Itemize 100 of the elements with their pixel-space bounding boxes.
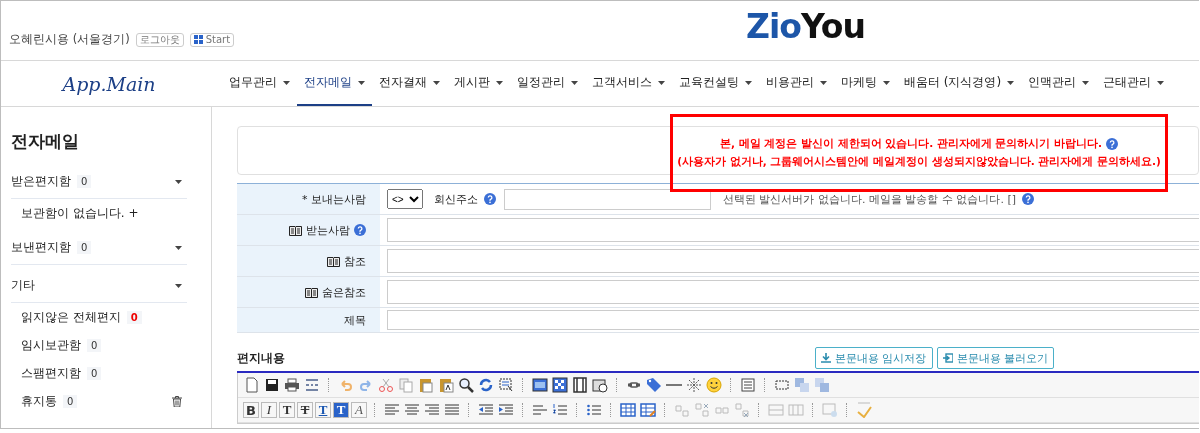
editor-title: 편지내용 <box>237 350 286 366</box>
replace-icon[interactable] <box>478 377 494 393</box>
checkered-icon[interactable] <box>552 377 568 393</box>
import-icon <box>942 353 953 363</box>
user-name: 오혜린시용 (서울경기) <box>9 32 130 47</box>
nav-menu-item[interactable]: 일정관리 <box>510 61 585 106</box>
clipboard-icon[interactable] <box>418 377 434 393</box>
trash-icon[interactable] <box>172 395 182 407</box>
field-label: 회신주소 <box>434 191 478 207</box>
dropdown-caret-icon <box>496 80 503 85</box>
address-field[interactable] <box>387 280 1199 304</box>
address-book-icon <box>289 224 302 236</box>
nav-menu-item[interactable]: 게시판 <box>447 61 510 106</box>
format-button[interactable]: T <box>297 402 313 418</box>
help-icon <box>354 224 366 236</box>
nav-menu-item[interactable]: 고객서비스 <box>585 61 672 106</box>
folder-item[interactable]: 읽지않은 전체편지 0 <box>11 303 187 331</box>
nav-menu-item[interactable]: 배움터 (지식경영) <box>897 61 1022 106</box>
printer-icon[interactable] <box>284 377 300 393</box>
frame-icon[interactable] <box>532 377 548 393</box>
dropdown-caret-icon <box>1157 80 1165 85</box>
cell-properties-icon[interactable] <box>822 402 838 418</box>
dropdown-caret-icon <box>745 80 752 85</box>
sender-select[interactable]: <> <box>387 189 423 209</box>
image-icon[interactable] <box>592 377 608 393</box>
folder-item[interactable]: 휴지통 0 <box>11 387 187 415</box>
align-icon[interactable] <box>404 402 420 418</box>
document-icon[interactable] <box>244 377 260 393</box>
logout-button[interactable]: 로그아웃 <box>135 32 184 47</box>
numbered-list-icon[interactable] <box>552 402 568 418</box>
smiley-icon[interactable] <box>706 377 722 393</box>
list-box-icon[interactable] <box>740 377 756 393</box>
align-icon[interactable] <box>384 402 400 418</box>
dashed-rect-icon[interactable] <box>774 377 790 393</box>
nav-menu-item[interactable]: 전자결재 <box>372 61 447 106</box>
format-button[interactable]: T <box>315 402 331 418</box>
count-badge: 0 <box>63 394 78 408</box>
nav-menu-item[interactable]: 교육컨설팅 <box>672 61 759 106</box>
download-icon <box>821 353 831 363</box>
sparkle-icon[interactable] <box>686 377 702 393</box>
app-logo[interactable]: App.Main <box>1 61 213 106</box>
tag-icon[interactable] <box>646 377 662 393</box>
editor-action-button[interactable]: 본문내용 임시저장 <box>815 347 933 369</box>
nav-menu-item[interactable]: 마케팅 <box>834 61 897 106</box>
format-button[interactable]: T <box>333 402 349 418</box>
spell-check-icon[interactable] <box>856 402 872 418</box>
undo-arrow-icon[interactable] <box>338 377 354 393</box>
folder-header[interactable]: 보낸편지함 0 <box>11 231 187 265</box>
layers-icon[interactable] <box>794 377 810 393</box>
empty-folder-note[interactable]: 보관함이 없습니다. + <box>21 204 139 222</box>
field-label: 숨은참조 <box>322 284 366 300</box>
count-badge: 0 <box>77 175 92 188</box>
windows-icon <box>193 35 203 44</box>
table-icon[interactable] <box>620 402 636 418</box>
merge-cells-icon[interactable] <box>768 402 784 418</box>
redo-arrow-icon[interactable] <box>358 377 374 393</box>
nav-menu-item[interactable]: 업무관리 <box>222 61 297 106</box>
folder-item[interactable]: 스팸편지함 0 <box>11 359 187 387</box>
nav-menu-item[interactable]: 인맥관리 <box>1021 61 1097 106</box>
format-button[interactable]: T <box>279 402 295 418</box>
address-field[interactable] <box>387 218 1199 242</box>
dropdown-caret-icon <box>658 80 665 85</box>
folder-header[interactable]: 기타 <box>11 269 187 303</box>
reply-address-field[interactable] <box>504 188 711 210</box>
start-button[interactable]: Start <box>189 32 235 47</box>
warning-text: 본, 메일 계정은 발신이 제한되어 있습니다. 관리자에게 문의하시기 바랍니다. <box>719 137 1103 151</box>
select-all-icon[interactable] <box>498 377 514 393</box>
folder-item[interactable]: 임시보관함 0 <box>11 331 187 359</box>
server-warning: 선택된 발신서버가 없습니다. 메일을 발송할 수 없습니다. [] <box>723 191 1017 207</box>
bullet-list-icon[interactable] <box>586 402 602 418</box>
table-cell-icon[interactable] <box>694 402 710 418</box>
scissors-icon[interactable] <box>378 377 394 393</box>
dropdown-caret-icon <box>1082 80 1090 85</box>
table-cell-icon[interactable] <box>674 402 690 418</box>
outdent-icon[interactable] <box>478 402 494 418</box>
split-cells-icon[interactable] <box>788 402 804 418</box>
nav-menu-item[interactable]: 근태관리 <box>1096 61 1172 106</box>
dropdown-caret-icon <box>283 80 290 85</box>
format-button[interactable]: A <box>351 402 367 418</box>
nav-menu-item[interactable]: 전자메일 <box>297 61 372 106</box>
indent-icon[interactable] <box>498 402 514 418</box>
align-icon[interactable] <box>444 402 460 418</box>
subject-field[interactable] <box>387 310 1199 330</box>
table-edit-icon[interactable] <box>640 402 656 418</box>
address-field[interactable] <box>387 249 1199 273</box>
format-button[interactable]: B <box>243 402 259 418</box>
table-cell-icon[interactable] <box>734 402 750 418</box>
copy-icon[interactable] <box>398 377 414 393</box>
clipboard-text-icon[interactable] <box>438 377 454 393</box>
film-icon[interactable] <box>572 377 588 393</box>
folder-header[interactable]: 받은편지함 0 <box>11 165 187 199</box>
layers-icon[interactable] <box>814 377 830 393</box>
align-icon[interactable] <box>532 402 548 418</box>
nav-menu-item[interactable]: 비용관리 <box>759 61 834 106</box>
editor-action-button[interactable]: 본문내용 불러오기 <box>936 347 1054 369</box>
page-break-icon[interactable] <box>304 377 320 393</box>
zioyou-logo: ZioYou <box>746 7 865 46</box>
magnifier-icon[interactable] <box>458 377 474 393</box>
align-icon[interactable] <box>424 402 440 418</box>
format-button[interactable]: I <box>261 402 277 418</box>
